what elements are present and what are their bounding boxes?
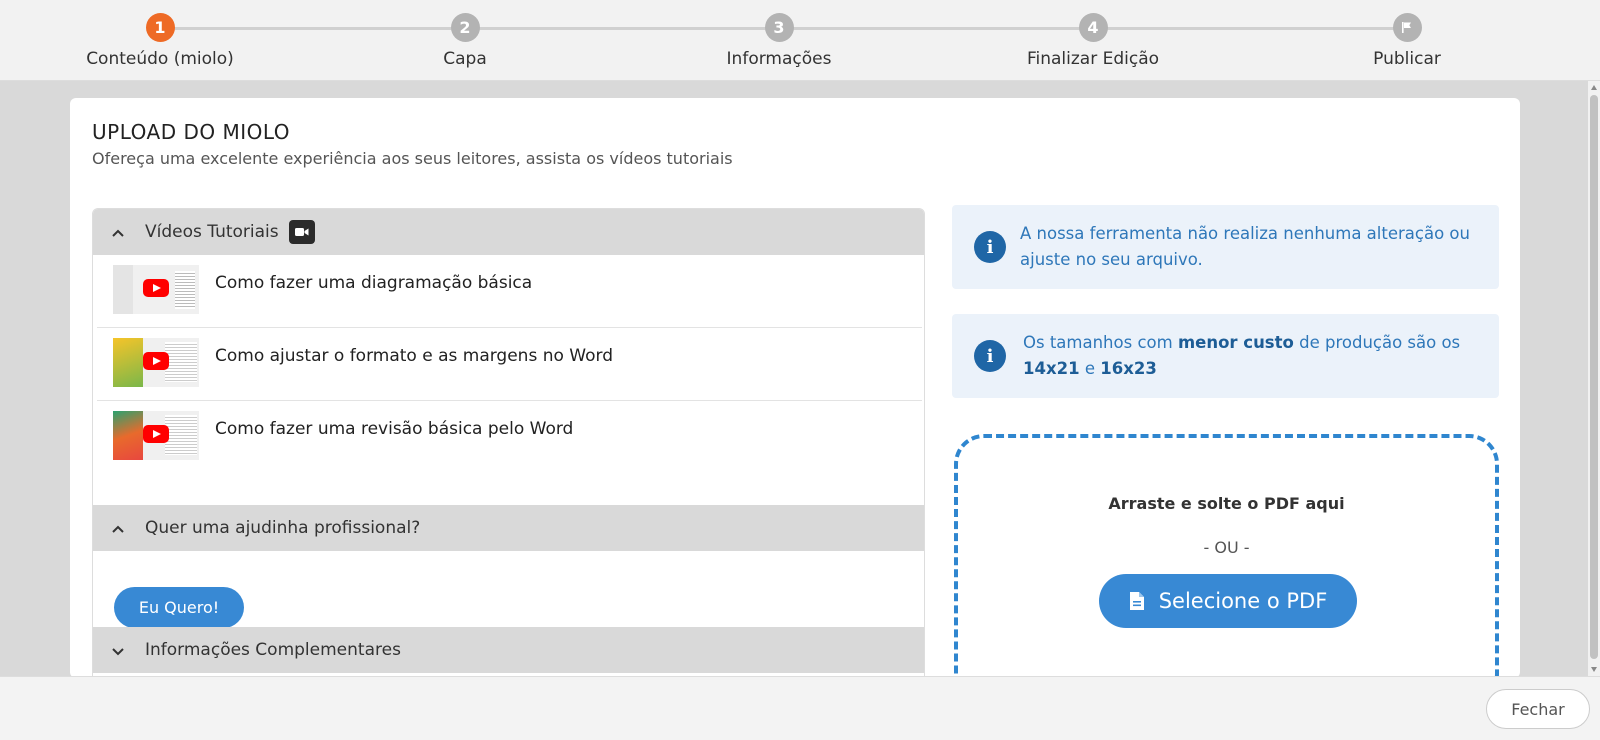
- step-finalize[interactable]: 4 Finalizar Edição: [993, 13, 1193, 69]
- step-number: 4: [1078, 13, 1108, 42]
- video-item[interactable]: Como fazer uma diagramação básica: [97, 255, 922, 328]
- dropzone-text: Arraste e solte o PDF aqui: [1108, 494, 1345, 513]
- youtube-play-icon: [143, 425, 169, 443]
- video-thumbnail: [113, 411, 199, 460]
- step-label: Conteúdo (miolo): [86, 49, 234, 69]
- video-title: Como fazer uma revisão básica pelo Word: [215, 419, 574, 439]
- close-button[interactable]: Fechar: [1486, 689, 1590, 729]
- page-subtitle: Ofereça uma excelente experiência aos se…: [92, 149, 733, 168]
- size-16x23: 16x23: [1100, 359, 1157, 378]
- dropzone-or: - OU -: [1203, 538, 1250, 557]
- tutorial-accordion: Vídeos Tutoriais Como fazer uma diagrama…: [92, 208, 925, 678]
- step-label: Informações: [726, 49, 832, 69]
- scroll-down-arrow-icon[interactable]: [1591, 667, 1597, 672]
- accordion-label: Informações Complementares: [145, 640, 401, 660]
- youtube-play-icon: [143, 352, 169, 370]
- page-title: UPLOAD DO MIOLO: [92, 120, 291, 144]
- accordion-label: Quer uma ajudinha profissional?: [145, 518, 421, 538]
- scroll-thumb[interactable]: [1590, 95, 1598, 659]
- accordion-header-tutorials[interactable]: Vídeos Tutoriais: [93, 209, 924, 255]
- progress-stepper: 1 Conteúdo (miolo) 2 Capa 3 Informações …: [0, 0, 1600, 81]
- select-pdf-button[interactable]: Selecione o PDF: [1099, 574, 1357, 628]
- info-text: Os tamanhos com menor custo de produção …: [1023, 333, 1461, 378]
- step-label: Finalizar Edição: [1026, 49, 1160, 69]
- step-number: 2: [450, 13, 480, 42]
- flag-icon: [1392, 13, 1422, 42]
- accordion-header-help[interactable]: Quer uma ajudinha profissional?: [93, 505, 924, 551]
- page-scrollbar[interactable]: [1588, 81, 1600, 676]
- accordion-label: Vídeos Tutoriais: [145, 222, 279, 242]
- step-label: Capa: [443, 49, 487, 69]
- step-label: Publicar: [1373, 49, 1441, 69]
- step-publish[interactable]: Publicar: [1307, 13, 1507, 69]
- highlight-lower-cost: menor custo: [1177, 333, 1294, 352]
- video-thumbnail: [113, 265, 199, 314]
- info-icon: i: [974, 231, 1006, 263]
- video-camera-icon: [288, 220, 315, 244]
- step-cover[interactable]: 2 Capa: [365, 13, 565, 69]
- scroll-up-arrow-icon[interactable]: [1591, 85, 1597, 90]
- modal-footer: Fechar: [0, 676, 1600, 740]
- step-number: 1: [145, 13, 175, 42]
- file-icon: [1129, 591, 1145, 611]
- pdf-dropzone[interactable]: Arraste e solte o PDF aqui - OU - Seleci…: [954, 434, 1499, 678]
- step-information[interactable]: 3 Informações: [679, 13, 879, 69]
- size-14x21: 14x21: [1023, 359, 1080, 378]
- upload-card: UPLOAD DO MIOLO Ofereça uma excelente ex…: [70, 98, 1520, 678]
- step-number: 3: [764, 13, 794, 42]
- video-title: Como ajustar o formato e as margens no W…: [215, 346, 613, 366]
- select-pdf-label: Selecione o PDF: [1158, 589, 1328, 613]
- chevron-down-icon: [111, 643, 125, 657]
- i-want-button[interactable]: Eu Quero!: [114, 587, 244, 628]
- video-thumbnail: [113, 338, 199, 387]
- video-item[interactable]: Como fazer uma revisão básica pelo Word: [97, 401, 922, 474]
- chevron-up-icon: [111, 225, 125, 239]
- info-box-sizes: i Os tamanhos com menor custo de produçã…: [952, 314, 1499, 398]
- accordion-header-extra-info[interactable]: Informações Complementares: [93, 627, 924, 673]
- info-icon: i: [974, 340, 1006, 372]
- chevron-up-icon: [111, 521, 125, 535]
- step-content[interactable]: 1 Conteúdo (miolo): [60, 13, 260, 69]
- video-title: Como fazer uma diagramação básica: [215, 273, 533, 293]
- youtube-play-icon: [143, 279, 169, 297]
- info-text: A nossa ferramenta não realiza nenhuma a…: [1020, 224, 1470, 269]
- info-box-no-changes: i A nossa ferramenta não realiza nenhuma…: [952, 205, 1499, 289]
- video-item[interactable]: Como ajustar o formato e as margens no W…: [97, 328, 922, 401]
